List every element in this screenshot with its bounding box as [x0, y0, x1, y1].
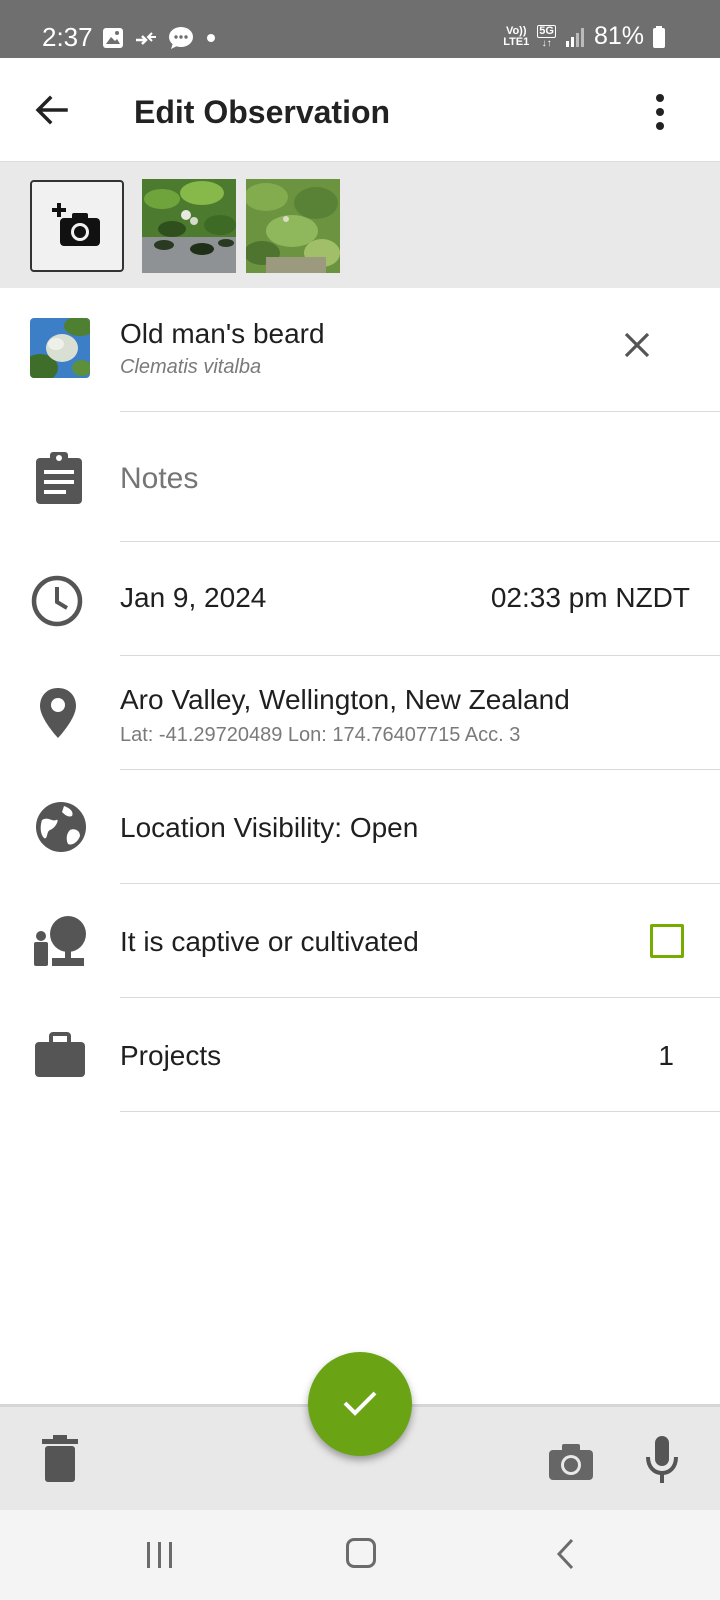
- briefcase-icon: [35, 1032, 85, 1077]
- volte-top: Vo)): [505, 24, 527, 37]
- notes-row[interactable]: Notes: [0, 412, 720, 542]
- location-row[interactable]: Aro Valley, Wellington, New Zealand Lat:…: [0, 656, 720, 770]
- volte-indicator: Vo)) LTE1: [503, 24, 530, 48]
- projects-row[interactable]: Projects 1: [0, 998, 720, 1112]
- captive-label: It is captive or cultivated: [120, 926, 419, 957]
- location-place: Aro Valley, Wellington, New Zealand: [120, 684, 570, 715]
- more-vert-icon[interactable]: [652, 92, 668, 132]
- projects-label: Projects: [120, 1040, 222, 1071]
- status-time: 2:37: [42, 22, 93, 52]
- message-icon: [169, 27, 193, 49]
- page-title: Edit Observation: [134, 94, 391, 130]
- status-right: Vo)) LTE1 5G ↓↑ 81%: [503, 22, 666, 51]
- potted-plant-icon: [34, 916, 86, 966]
- volte-bottom: LTE1: [503, 35, 530, 48]
- camera-icon[interactable]: [548, 1443, 594, 1481]
- data-arrows: ↓↑: [541, 37, 552, 49]
- projects-count: 1: [658, 1040, 674, 1071]
- network-type-label: 5G: [537, 24, 556, 38]
- home-icon[interactable]: [346, 1538, 376, 1568]
- battery-icon: [653, 25, 665, 48]
- photo-thumbnail[interactable]: [246, 179, 340, 273]
- taxon-common-name: Old man's beard: [120, 318, 325, 349]
- add-photo-icon: [52, 203, 100, 246]
- add-photo-button[interactable]: [30, 180, 124, 272]
- microphone-icon[interactable]: [646, 1435, 678, 1485]
- clipboard-icon: [36, 452, 82, 504]
- location-coords: Lat: -41.29720489 Lon: 174.76407715 Acc.…: [120, 724, 521, 746]
- status-left-icons: [102, 26, 218, 50]
- nav-back-icon[interactable]: [556, 1538, 576, 1570]
- visibility-label: Location Visibility: Open: [120, 812, 419, 843]
- system-nav-bar: [0, 1510, 720, 1600]
- datetime-row[interactable]: Jan 9, 2024 02:33 pm NZDT: [0, 542, 720, 656]
- call-forward-icon: [136, 32, 156, 45]
- photo-strip: [0, 162, 720, 288]
- clock-icon: [31, 575, 83, 627]
- visibility-row[interactable]: Location Visibility: Open: [0, 770, 720, 884]
- recents-icon[interactable]: [144, 1540, 176, 1570]
- notes-input[interactable]: Notes: [120, 462, 198, 496]
- network-type: 5G ↓↑: [537, 24, 556, 49]
- location-pin-icon: [40, 688, 76, 738]
- close-icon[interactable]: [620, 328, 654, 362]
- observation-date[interactable]: Jan 9, 2024: [120, 582, 266, 614]
- image-icon: [103, 28, 123, 48]
- signal-icon: [565, 27, 584, 47]
- delete-icon[interactable]: [40, 1435, 80, 1483]
- status-bar: 2:37 Vo)) LTE1 5G ↓↑ 81%: [0, 0, 720, 58]
- species-row[interactable]: Old man's beard Clematis vitalba: [0, 288, 720, 412]
- photo-thumbnail[interactable]: [142, 179, 236, 273]
- divider: [120, 1111, 720, 1112]
- dot-icon: [207, 34, 215, 42]
- captive-checkbox[interactable]: [650, 924, 684, 958]
- observation-time[interactable]: 02:33 pm NZDT: [491, 582, 690, 614]
- taxon-scientific-name: Clematis vitalba: [120, 356, 262, 378]
- globe-icon: [36, 802, 86, 852]
- species-thumbnail: [30, 318, 90, 378]
- battery-percent: 81%: [593, 22, 644, 50]
- back-arrow-icon[interactable]: [34, 92, 70, 128]
- top-app-bar: Edit Observation: [0, 58, 720, 162]
- captive-row[interactable]: It is captive or cultivated: [0, 884, 720, 998]
- save-fab-button[interactable]: [308, 1352, 412, 1456]
- checkmark-icon: [343, 1391, 377, 1416]
